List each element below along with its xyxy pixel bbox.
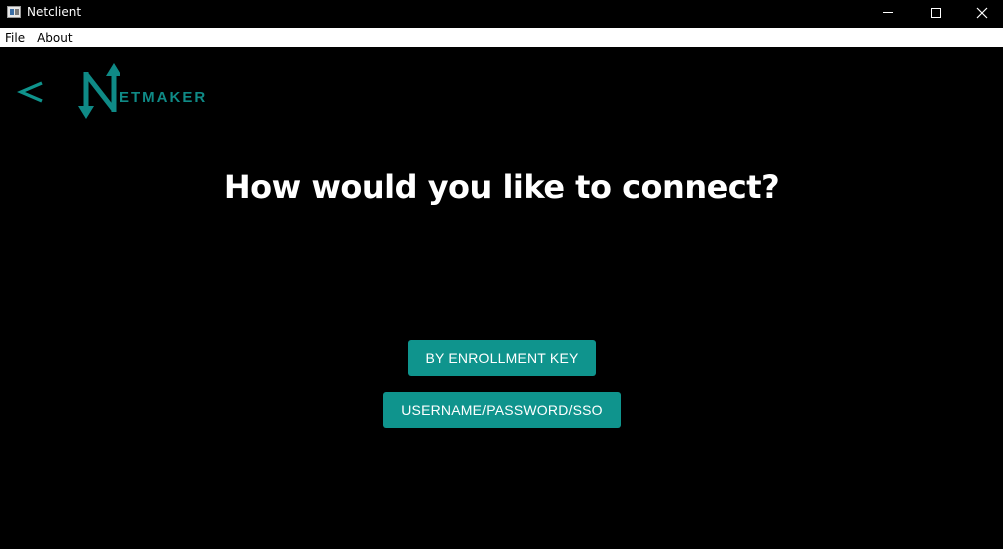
maximize-icon (931, 7, 941, 18)
enrollment-key-button[interactable]: BY ENROLLMENT KEY (408, 340, 596, 376)
close-button[interactable] (959, 0, 1003, 25)
logo-text: ETMAKER (119, 89, 208, 106)
minimize-button[interactable] (865, 0, 911, 25)
menu-file[interactable]: File (0, 31, 31, 45)
maximize-button[interactable] (913, 0, 959, 25)
netmaker-logo: ETMAKER (76, 62, 208, 122)
minimize-icon (883, 12, 893, 13)
menu-bar: File About (0, 28, 1003, 47)
chevron-left-icon (17, 81, 43, 103)
title-bar: Netclient (0, 0, 1003, 25)
app-icon (7, 6, 21, 18)
back-button[interactable] (14, 70, 48, 114)
page-heading: How would you like to connect? (223, 168, 780, 206)
close-icon (976, 7, 988, 18)
menu-about[interactable]: About (31, 31, 78, 45)
username-password-sso-button[interactable]: USERNAME/PASSWORD/SSO (383, 392, 621, 428)
logo-mark-icon (78, 63, 120, 119)
window-title: Netclient (27, 5, 82, 19)
